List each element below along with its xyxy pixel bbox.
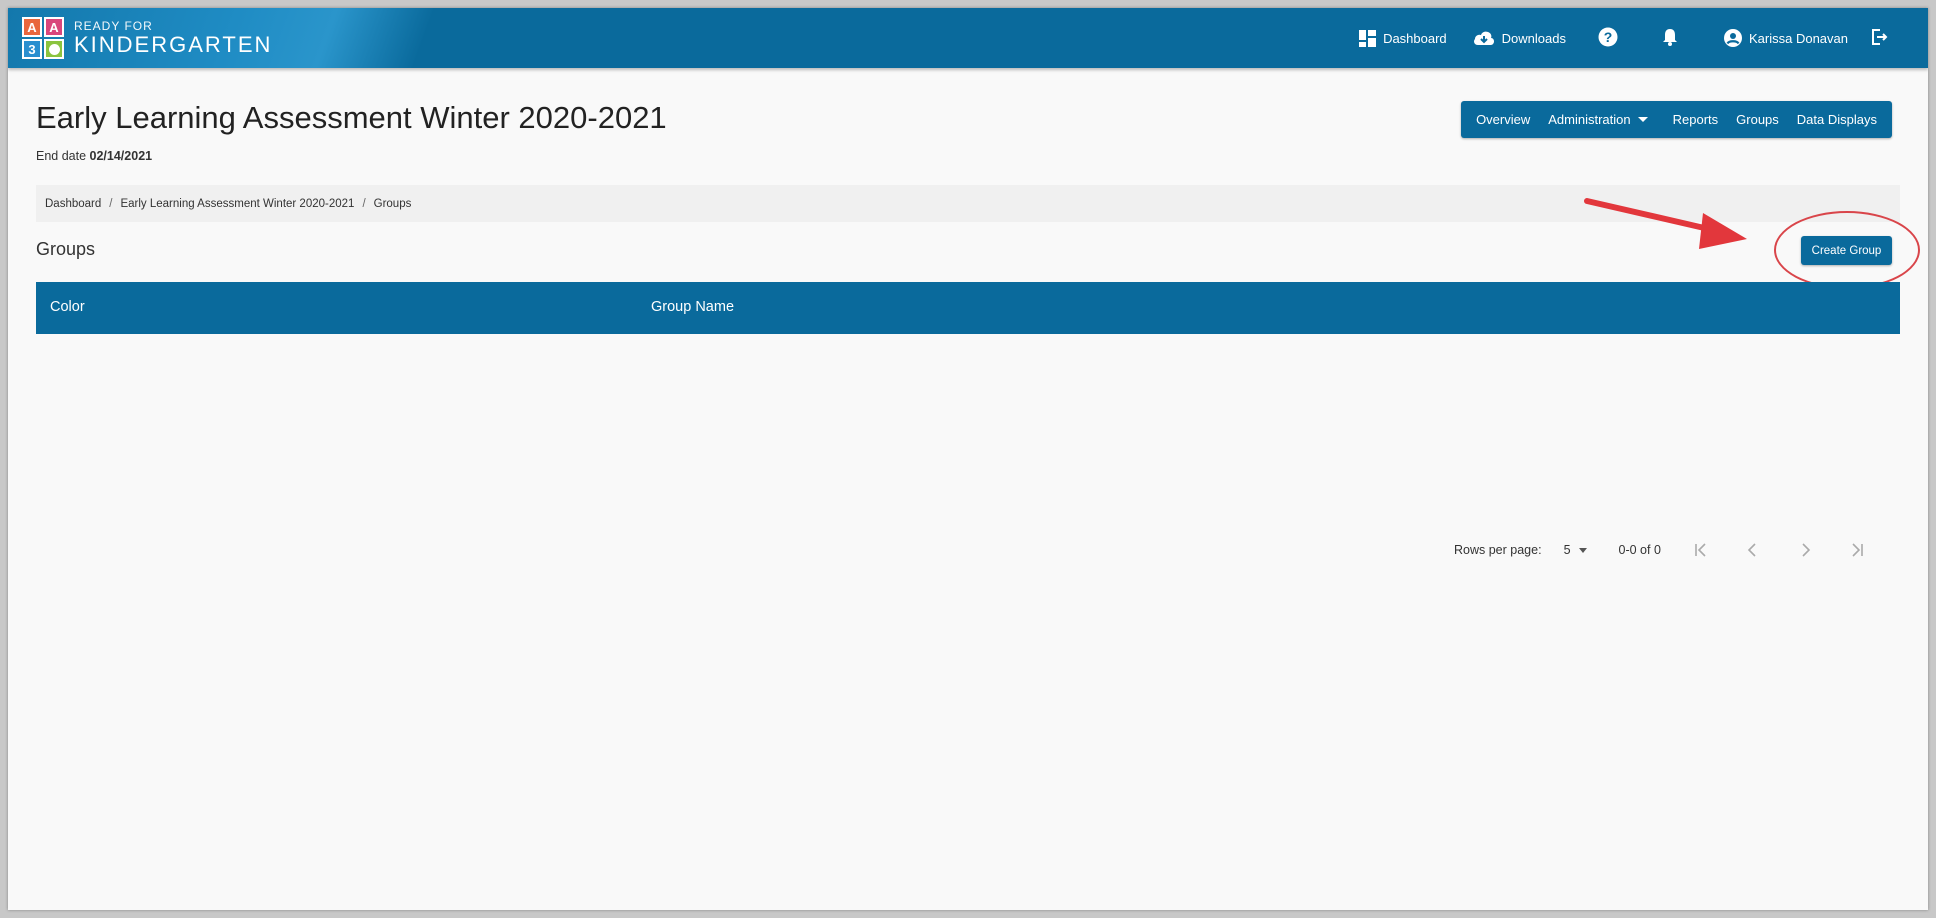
section-title: Groups: [36, 239, 96, 259]
column-header-group-name[interactable]: Group Name: [651, 299, 734, 315]
nav-dashboard[interactable]: Dashboard: [1359, 29, 1447, 47]
table-header: Color Group Name: [36, 282, 1900, 334]
breadcrumb-separator: /: [109, 197, 113, 210]
first-page-icon: [1695, 543, 1706, 557]
create-group-button[interactable]: Create Group: [1801, 236, 1892, 265]
logo-block-3: 3: [22, 39, 42, 59]
rows-per-page-label: Rows per page:: [1454, 543, 1542, 557]
tab-groups[interactable]: Groups: [1727, 112, 1788, 127]
app-window: A A 3 READY FOR KINDERGARTEN Dashboard D…: [8, 8, 1928, 910]
brand-line1: READY FOR: [74, 19, 153, 33]
first-page-button[interactable]: [1689, 543, 1713, 557]
nav-dashboard-label: Dashboard: [1383, 30, 1447, 46]
breadcrumb-separator: /: [362, 197, 366, 210]
logout-button[interactable]: [1870, 28, 1888, 49]
dropdown-arrow-icon: [1578, 547, 1587, 553]
account-icon: [1724, 29, 1742, 47]
end-date: End date 02/14/2021: [36, 149, 152, 163]
next-page-button[interactable]: [1793, 543, 1817, 557]
last-page-icon: [1852, 543, 1863, 557]
chevron-left-icon: [1747, 543, 1756, 557]
previous-page-button[interactable]: [1741, 543, 1765, 557]
tab-overview[interactable]: Overview: [1467, 112, 1539, 127]
page-range: 0-0 of 0: [1618, 543, 1661, 557]
cloud-download-icon: [1473, 30, 1495, 46]
bell-icon: [1662, 28, 1678, 49]
end-date-value: 02/14/2021: [89, 149, 153, 163]
chevron-down-icon: [1637, 117, 1648, 122]
dashboard-icon: [1359, 29, 1377, 47]
brand-text: READY FOR KINDERGARTEN: [74, 20, 272, 56]
pagination: Rows per page: 5 0-0 of 0: [1454, 539, 1869, 561]
page-title: Early Learning Assessment Winter 2020-20…: [36, 100, 667, 135]
breadcrumb-assessment[interactable]: Early Learning Assessment Winter 2020-20…: [120, 198, 354, 210]
tab-data-displays[interactable]: Data Displays: [1788, 112, 1886, 127]
logo-block-a2: A: [44, 17, 64, 37]
user-menu[interactable]: Karissa Donavan: [1724, 29, 1848, 47]
top-bar: A A 3 READY FOR KINDERGARTEN Dashboard D…: [8, 8, 1928, 68]
help-icon: ?: [1598, 27, 1618, 50]
help-button[interactable]: ?: [1598, 27, 1618, 50]
rows-per-page-select[interactable]: 5: [1564, 543, 1587, 557]
nav-downloads[interactable]: Downloads: [1473, 30, 1566, 46]
top-nav: Dashboard Downloads ? Karissa Donavan: [1359, 8, 1888, 68]
user-name: Karissa Donavan: [1749, 30, 1848, 46]
brand-line2: KINDERGARTEN: [74, 32, 273, 57]
tab-reports[interactable]: Reports: [1657, 112, 1728, 127]
tab-administration[interactable]: Administration: [1539, 112, 1656, 127]
svg-text:?: ?: [1604, 29, 1613, 45]
logout-icon: [1870, 28, 1888, 49]
brand-logo[interactable]: A A 3 READY FOR KINDERGARTEN: [22, 17, 272, 59]
end-date-label: End date: [36, 149, 87, 163]
last-page-button[interactable]: [1845, 543, 1869, 557]
logo-block-a1: A: [22, 17, 42, 37]
logo-blocks-icon: A A 3: [22, 17, 64, 59]
assessment-nav: Overview Administration Reports Groups D…: [1461, 101, 1892, 138]
notifications-button[interactable]: [1662, 28, 1678, 49]
column-header-color[interactable]: Color: [50, 299, 85, 315]
annotation-arrow-icon: [1584, 198, 1747, 249]
breadcrumb-dashboard[interactable]: Dashboard: [45, 198, 101, 210]
logo-block-circle: [44, 39, 64, 59]
chevron-right-icon: [1802, 543, 1811, 557]
rows-per-page-value: 5: [1563, 543, 1571, 557]
nav-downloads-label: Downloads: [1501, 30, 1566, 46]
breadcrumb-groups: Groups: [373, 197, 412, 210]
tab-administration-label: Administration: [1548, 112, 1631, 127]
